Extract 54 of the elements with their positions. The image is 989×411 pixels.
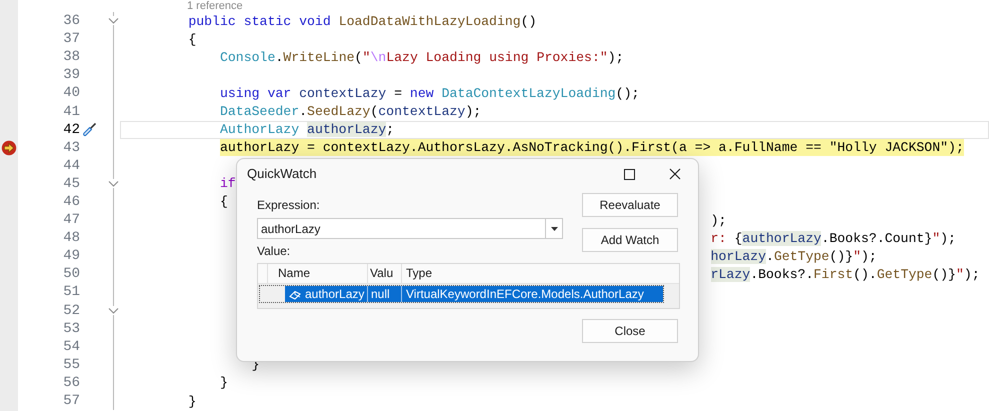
caret-icon: [550, 226, 558, 230]
dialog-button[interactable]: Reevaluate: [582, 193, 678, 217]
close-icon: [669, 168, 681, 180]
line-number: 53: [62, 320, 80, 338]
line-number: 45: [62, 174, 80, 193]
line-number: 47: [62, 211, 80, 230]
code-line: r: {authorLazy.Books?.Count}");: [710, 230, 956, 247]
line-number: 41: [62, 102, 80, 121]
expression-field[interactable]: authorLazy: [257, 218, 545, 239]
line-number: 43: [62, 138, 80, 157]
column-header[interactable]: Name: [268, 264, 368, 283]
code-line: }: [188, 392, 196, 410]
code-line: DataSeeder.SeedLazy(contextLazy);: [220, 103, 482, 120]
column-header[interactable]: Type: [402, 264, 679, 283]
line-number: 42: [62, 120, 80, 139]
line-number: 46: [62, 192, 80, 211]
dialog-button[interactable]: Add Watch: [582, 228, 678, 252]
value-label: Value:: [257, 244, 292, 258]
code-line: {: [188, 30, 196, 48]
line-number: 48: [62, 229, 80, 248]
code-line: public static void LoadDataWithLazyLoading(): [188, 12, 537, 30]
code-line: );: [710, 212, 726, 229]
line-number: 40: [62, 84, 80, 102]
code-line: using var contextLazy = new DataContextLazyLoading();: [220, 84, 640, 102]
line-number: 50: [62, 265, 80, 284]
code-line: }: [220, 374, 228, 392]
dialog-title: QuickWatch: [246, 165, 318, 184]
line-number: 39: [62, 66, 80, 84]
line-number: 52: [62, 302, 80, 320]
code-line: AuthorLazy authorLazy;: [220, 121, 394, 138]
variable-name: authorLazy: [305, 286, 364, 302]
line-number: 49: [62, 247, 80, 266]
code-line: {: [220, 193, 228, 210]
dropdown-button[interactable]: [545, 218, 563, 239]
variable-value: null: [368, 286, 402, 302]
expression-label: Expression:: [257, 198, 321, 212]
code-line: if: [220, 175, 236, 192]
line-number: 51: [62, 283, 80, 302]
watch-row[interactable]: authorLazy null VirtualKeywordInEFCore.Models.AuthorLazy: [259, 285, 664, 303]
code-line: rLazy.Books?.First().GetType()}");: [710, 266, 980, 283]
line-number: 37: [62, 30, 80, 48]
code-line: Console.WriteLine("\nLazy Loading using Proxies:");: [220, 48, 624, 66]
line-number: 38: [62, 48, 80, 66]
code-line: horLazy.GetType()}");: [710, 248, 877, 265]
line-number: 56: [62, 374, 80, 392]
maximize-icon: [624, 168, 634, 180]
line-number: 36: [62, 12, 80, 30]
column-header[interactable]: Valu: [368, 264, 402, 283]
line-number: 44: [62, 156, 80, 175]
line-number: 54: [62, 338, 80, 356]
line-number: 55: [62, 356, 80, 374]
line-number: 57: [62, 392, 80, 410]
close-dialog-button[interactable]: Close: [582, 319, 678, 343]
variable-type: VirtualKeywordInEFCore.Models.AuthorLazy: [405, 286, 645, 302]
